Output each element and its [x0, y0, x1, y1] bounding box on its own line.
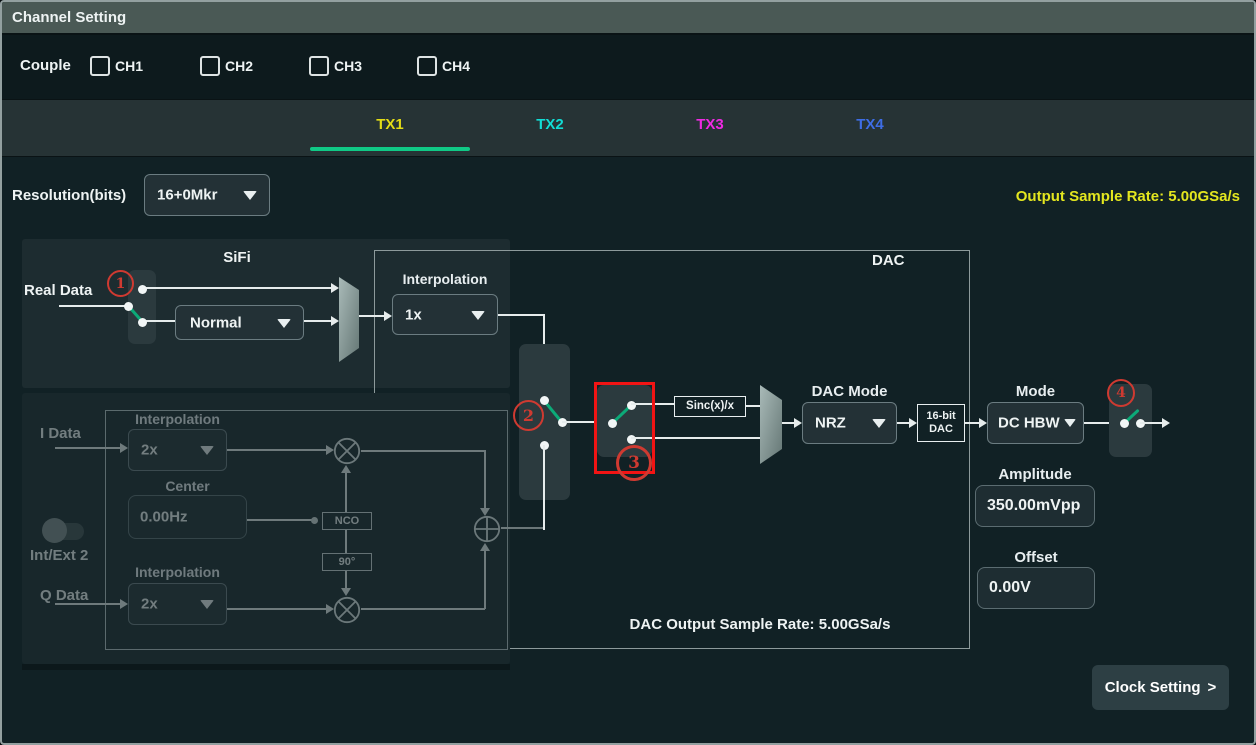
sifi-mode-value: Normal — [190, 314, 242, 331]
annotation-circle-1: 1 — [107, 270, 134, 297]
sinc-filter-block: Sinc(x)/x — [674, 396, 746, 417]
resolution-select[interactable]: 16+0Mkr — [144, 174, 270, 216]
wire — [1140, 422, 1162, 424]
chevron-down-icon — [471, 311, 485, 320]
dac-mode-select[interactable]: NRZ — [802, 402, 897, 444]
wire — [498, 314, 545, 316]
resolution-value: 16+0Mkr — [157, 187, 217, 204]
tx-tab-bar: TX1 TX2 TX3 TX4 — [2, 99, 1254, 157]
title-bar: Channel Setting — [2, 2, 1254, 35]
offset-label: Offset — [977, 549, 1095, 566]
chevron-down-icon — [243, 191, 257, 200]
checkbox-ch2-label: CH2 — [225, 58, 253, 74]
tab-tx2[interactable]: TX2 — [505, 116, 595, 133]
offset-input[interactable]: 0.00V — [977, 567, 1095, 609]
wire — [782, 422, 794, 424]
annotation-circle-2: 2 — [513, 400, 544, 431]
wire — [142, 287, 332, 289]
interpolation-select[interactable]: 1x — [392, 294, 498, 335]
interpolation-label: Interpolation — [392, 271, 498, 287]
switch-dot — [1120, 419, 1129, 428]
arrowhead — [384, 311, 392, 321]
switch-dot — [138, 285, 147, 294]
sifi-mode-select[interactable]: Normal — [175, 305, 304, 340]
channel-setting-dialog: Channel Setting Couple CH1 CH2 CH3 CH4 T… — [0, 0, 1256, 745]
output-sample-rate-text: Output Sample Rate: 5.00GSa/s — [1016, 188, 1240, 205]
active-tab-underline — [310, 147, 470, 151]
output-mode-label: Mode — [987, 383, 1084, 400]
chevron-right-icon: > — [1208, 679, 1217, 696]
checkbox-ch2[interactable] — [200, 56, 220, 76]
wire — [304, 320, 331, 322]
wire — [897, 422, 909, 424]
dac-block-label: DAC — [872, 252, 905, 269]
chevron-down-icon — [1064, 419, 1076, 427]
chevron-down-icon — [872, 419, 886, 428]
real-data-label: Real Data — [24, 282, 92, 299]
page-title: Channel Setting — [12, 9, 126, 26]
checkbox-ch3-label: CH3 — [334, 58, 362, 74]
arrowhead — [331, 283, 339, 293]
dac-chip-block: 16-bit DAC — [917, 404, 965, 442]
mux-icon — [760, 385, 782, 464]
arrowhead — [1162, 418, 1170, 428]
checkbox-ch4-label: CH4 — [442, 58, 470, 74]
checkbox-ch1-label: CH1 — [115, 58, 143, 74]
checkbox-ch3[interactable] — [309, 56, 329, 76]
interpolation-value: 1x — [405, 306, 422, 323]
wire — [746, 405, 760, 407]
arrowhead — [979, 418, 987, 428]
dac-sample-rate-text: DAC Output Sample Rate: 5.00GSa/s — [550, 616, 970, 633]
int-ext-toggle[interactable] — [38, 514, 88, 548]
wire — [543, 445, 545, 530]
dac-mode-value: NRZ — [815, 415, 846, 432]
annotation-circle-4: 4 — [1107, 379, 1135, 407]
checkbox-ch1[interactable] — [90, 56, 110, 76]
resolution-label: Resolution(bits) — [12, 187, 126, 204]
mux-icon — [339, 277, 359, 362]
dac-mode-label: DAC Mode — [802, 383, 897, 400]
sifi-title: SiFi — [212, 249, 262, 266]
tab-tx3[interactable]: TX3 — [665, 116, 755, 133]
offset-value: 0.00V — [989, 579, 1031, 597]
tab-tx1[interactable]: TX1 — [345, 116, 435, 133]
switch-dot — [124, 302, 133, 311]
arrowhead — [909, 418, 917, 428]
amplitude-input[interactable]: 350.00mVpp — [975, 485, 1095, 527]
output-mode-select[interactable]: DC HBW — [987, 402, 1084, 444]
amplitude-value: 350.00mVpp — [987, 497, 1080, 515]
wire — [965, 422, 979, 424]
couple-label: Couple — [20, 57, 71, 74]
chevron-down-icon — [277, 319, 291, 328]
wire — [59, 305, 128, 307]
switch-dot — [540, 396, 549, 405]
tab-tx4[interactable]: TX4 — [825, 116, 915, 133]
arrowhead — [794, 418, 802, 428]
amplitude-label: Amplitude — [975, 466, 1095, 483]
wire — [359, 315, 384, 317]
switch-dot — [138, 318, 147, 327]
wire — [142, 320, 175, 322]
clock-setting-button[interactable]: Clock Setting > — [1092, 665, 1229, 710]
annotation-circle-3: 3 — [616, 445, 652, 481]
checkbox-ch4[interactable] — [417, 56, 437, 76]
iq-panel-disabled — [22, 393, 510, 664]
arrowhead — [331, 316, 339, 326]
panel-shadow — [22, 664, 510, 670]
couple-row: Couple CH1 CH2 CH3 CH4 — [2, 35, 1254, 99]
output-mode-value: DC HBW — [998, 415, 1060, 432]
